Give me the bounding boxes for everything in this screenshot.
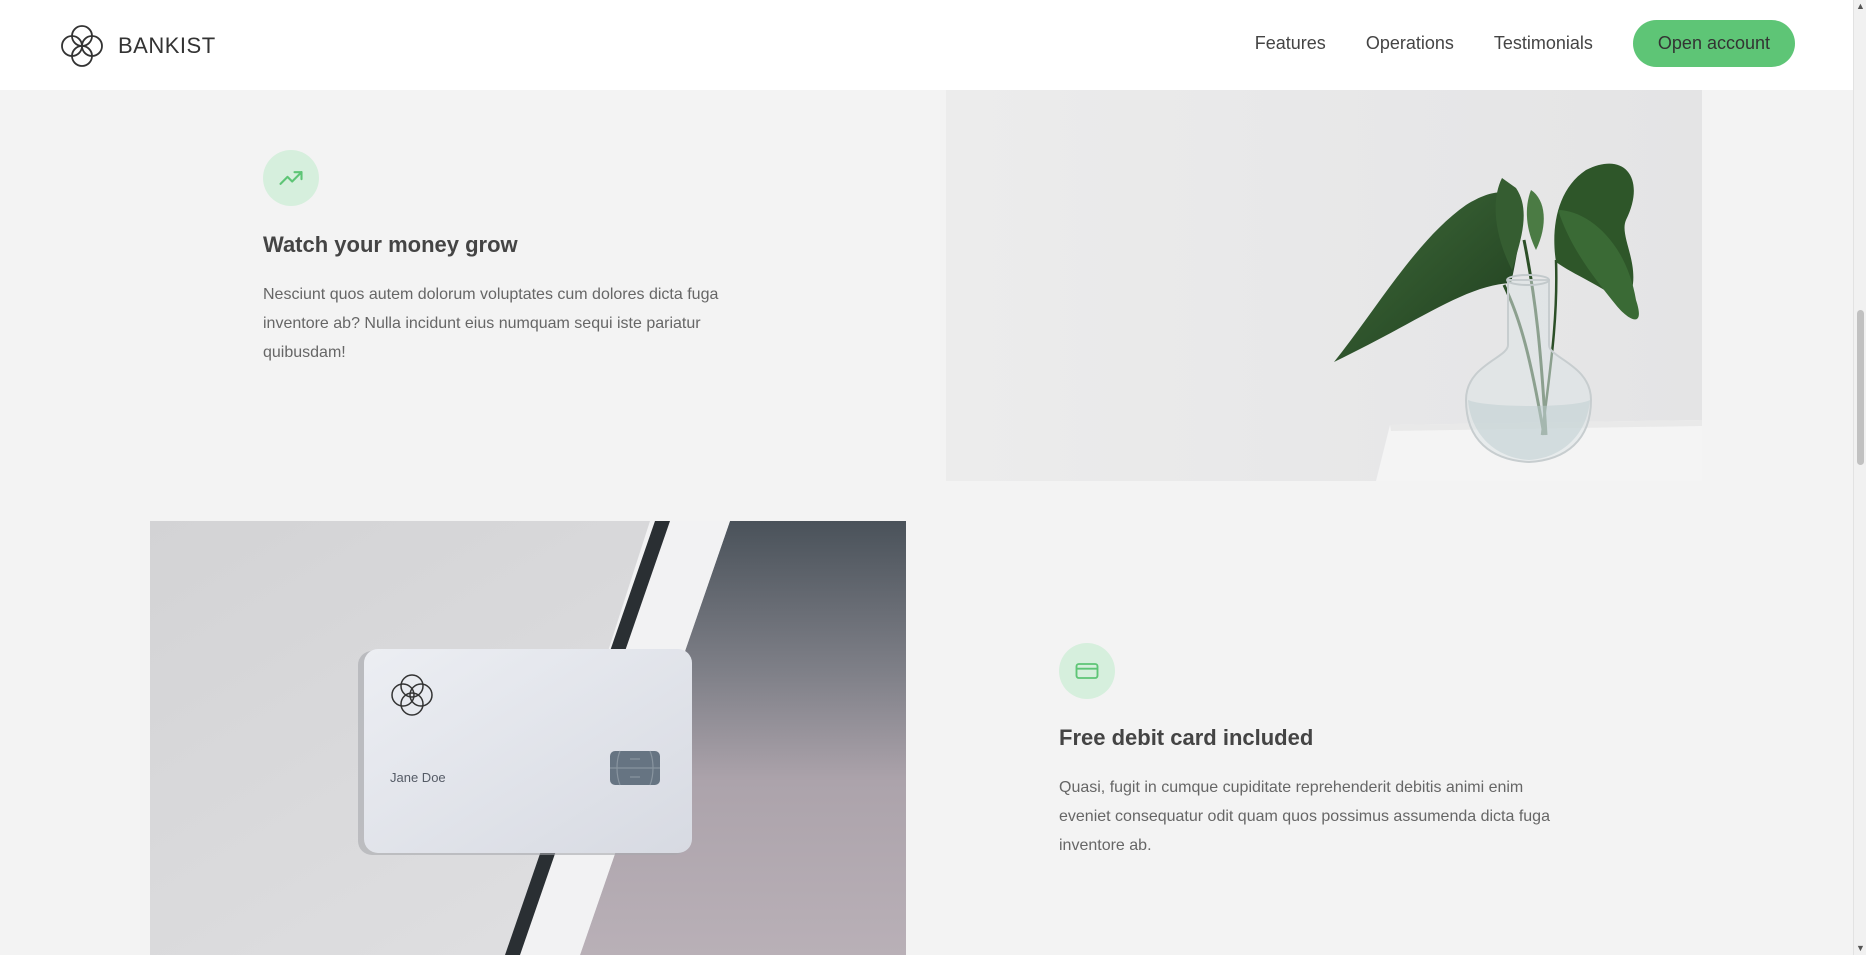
debit-card-image: Jane Doe xyxy=(150,521,906,955)
feature-title: Watch your money grow xyxy=(263,232,518,257)
main-nav: Features Operations Testimonials Open ac… xyxy=(1255,20,1795,67)
credit-card-icon xyxy=(1075,663,1099,679)
plant-vase-illustration xyxy=(946,90,1702,481)
feature-icon-bubble xyxy=(263,150,319,206)
cardholder-name: Jane Doe xyxy=(390,770,446,785)
trending-up-icon xyxy=(279,171,303,185)
scroll-thumb[interactable] xyxy=(1857,310,1864,465)
scroll-down-icon[interactable]: ▼ xyxy=(1856,944,1865,953)
plant-image xyxy=(946,90,1702,481)
feature-title: Free debit card included xyxy=(1059,725,1314,750)
page-scrollbar[interactable]: ▲ ▼ xyxy=(1853,0,1866,955)
open-account-button[interactable]: Open account xyxy=(1632,20,1795,67)
site-header: BANKIST Features Operations Testimonials… xyxy=(0,0,1853,90)
feature-description: Quasi, fugit in cumque cupiditate repreh… xyxy=(1059,779,1550,854)
feature-icon-bubble xyxy=(1059,643,1115,699)
nav-link-operations[interactable]: Operations xyxy=(1366,33,1454,54)
bankist-logo-icon xyxy=(61,25,103,67)
debit-card-illustration xyxy=(150,521,906,955)
logo[interactable]: BANKIST xyxy=(58,22,216,70)
brand-name: BANKIST xyxy=(118,33,216,58)
card-chip-icon xyxy=(610,750,660,786)
nav-link-features[interactable]: Features xyxy=(1255,33,1326,54)
feature-debit-card: Free debit card included Quasi, fugit in… xyxy=(1059,643,1579,860)
feature-money-grow: Watch your money grow Nesciunt quos aute… xyxy=(263,150,783,367)
scroll-up-icon[interactable]: ▲ xyxy=(1856,2,1865,11)
page: BANKIST Features Operations Testimonials… xyxy=(0,0,1866,955)
feature-description: Nesciunt quos autem dolorum voluptates c… xyxy=(263,286,719,361)
nav-link-testimonials[interactable]: Testimonials xyxy=(1494,33,1593,54)
